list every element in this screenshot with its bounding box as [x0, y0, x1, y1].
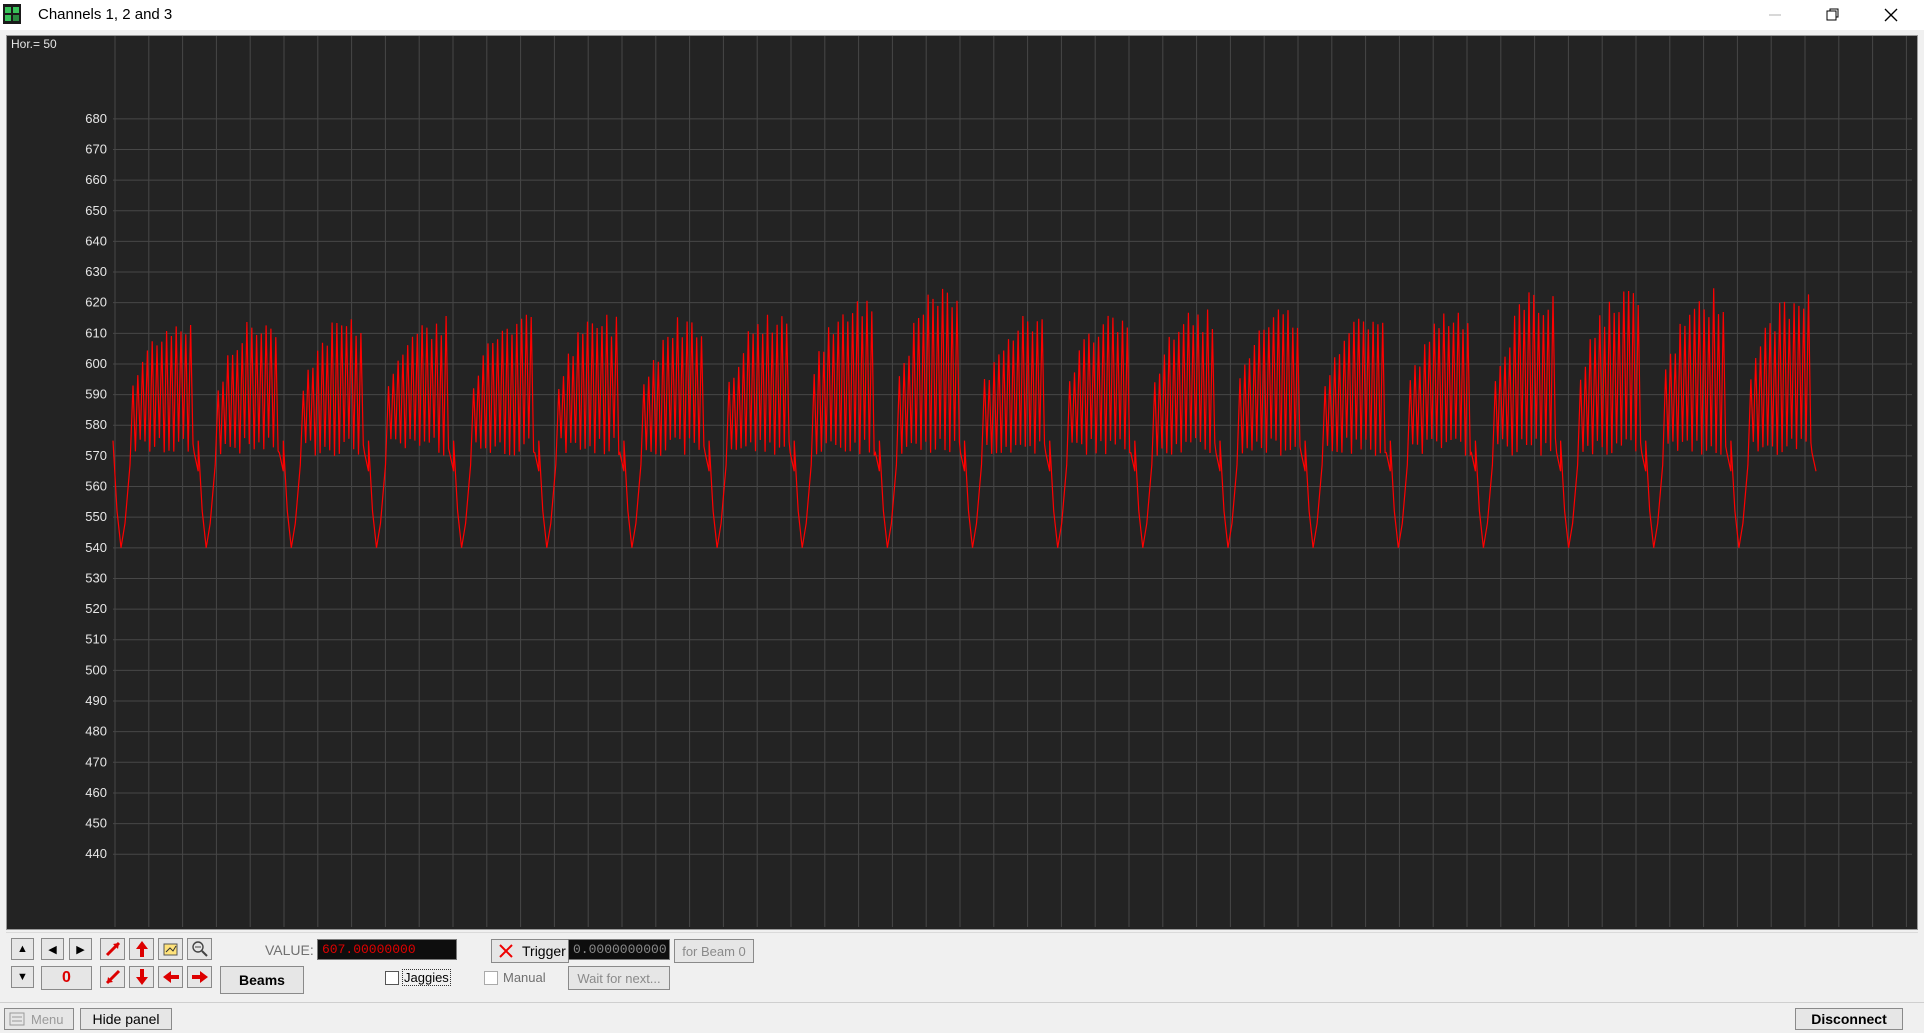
zoom-out-button[interactable] — [187, 938, 212, 960]
y-tick-label: 540 — [85, 540, 107, 555]
y-tick-label: 500 — [85, 662, 107, 677]
zoom-in-xy-icon — [105, 969, 120, 985]
title-bar: Channels 1, 2 and 3 — [0, 0, 1924, 30]
manual-label: Manual — [503, 970, 546, 985]
y-tick-label: 620 — [85, 295, 107, 310]
trigger-x-icon — [499, 944, 513, 958]
y-tick-label: 550 — [85, 509, 107, 524]
menu-button[interactable]: Menu — [4, 1008, 74, 1030]
beams-button[interactable]: Beams — [220, 966, 304, 994]
y-tick-label: 670 — [85, 141, 107, 156]
status-bar: Menu Hide panel Disconnect — [0, 1002, 1924, 1033]
y-tick-label: 630 — [85, 264, 107, 279]
scroll-left-button[interactable]: ◀ — [41, 938, 64, 960]
jaggies-checkbox[interactable] — [385, 971, 399, 985]
jaggies-label[interactable]: Jaggies — [402, 969, 451, 986]
close-button[interactable] — [1862, 0, 1920, 30]
left-arrow-icon: ◀ — [48, 943, 57, 956]
value-field[interactable]: 607.00000000 — [317, 939, 457, 960]
trigger-value-field[interactable]: 0.0000000000 — [568, 939, 670, 960]
auto-scale-button[interactable] — [100, 938, 125, 960]
horizontal-scale-label: Hor.= 50 — [11, 37, 57, 51]
y-tick-label: 440 — [85, 846, 107, 861]
down-arrow-icon: ▼ — [17, 971, 28, 983]
y-tick-label: 530 — [85, 570, 107, 585]
close-icon — [1884, 8, 1898, 22]
zoom-in-xy-button[interactable] — [100, 966, 125, 988]
minimize-button[interactable] — [1746, 0, 1804, 30]
oscilloscope-plot[interactable]: 680 670 660 650 640 630 620 610 600 590 580 570 560 5… — [6, 35, 1918, 930]
hide-panel-button[interactable]: Hide panel — [80, 1008, 172, 1030]
restore-button[interactable] — [1804, 0, 1862, 30]
y-tick-label: 590 — [85, 387, 107, 402]
scroll-right-button[interactable]: ▶ — [69, 938, 92, 960]
menu-icon — [9, 1012, 25, 1026]
chart-canvas: 680 670 660 650 640 630 620 610 600 590 580 570 560 5… — [11, 36, 1912, 927]
y-tick-label: 460 — [85, 785, 107, 800]
fit-button[interactable] — [158, 938, 183, 960]
trace-channel — [112, 288, 1817, 548]
minimize-icon — [1769, 14, 1781, 16]
fit-icon — [163, 943, 177, 956]
trigger-button[interactable]: Trigger — [491, 939, 569, 963]
up-arrow-icon: ▲ — [17, 943, 28, 955]
shift-right-icon — [191, 971, 208, 983]
shift-left-button[interactable] — [158, 966, 183, 988]
y-tick-label: 610 — [85, 325, 107, 340]
y-tick-label: 660 — [85, 172, 107, 187]
for-beam-button[interactable]: for Beam 0 — [674, 939, 754, 963]
y-tick-label: 510 — [85, 632, 107, 647]
right-arrow-icon: ▶ — [76, 943, 85, 956]
y-tick-label: 490 — [85, 693, 107, 708]
zoom-out-icon — [191, 941, 208, 957]
scroll-up-button[interactable]: ▲ — [11, 938, 34, 960]
counter-display[interactable]: 0 — [41, 966, 92, 990]
zoom-down-icon — [135, 969, 148, 985]
trigger-label: Trigger — [522, 943, 566, 959]
restore-icon — [1826, 8, 1839, 21]
y-tick-label: 680 — [85, 111, 107, 126]
auto-scale-icon — [105, 941, 120, 957]
y-tick-label: 640 — [85, 233, 107, 248]
y-tick-label: 470 — [85, 754, 107, 769]
manual-checkbox[interactable] — [484, 971, 498, 985]
y-tick-label: 450 — [85, 816, 107, 831]
window-title: Channels 1, 2 and 3 — [38, 6, 173, 23]
menu-label: Menu — [31, 1011, 64, 1027]
zoom-up-icon — [135, 941, 148, 957]
shift-right-button[interactable] — [187, 966, 212, 988]
y-tick-label: 560 — [85, 479, 107, 494]
y-tick-label: 650 — [85, 203, 107, 218]
y-tick-label: 570 — [85, 448, 107, 463]
y-tick-label: 580 — [85, 417, 107, 432]
zoom-up-button[interactable] — [129, 938, 154, 960]
shift-left-icon — [162, 971, 179, 983]
y-tick-label: 480 — [85, 724, 107, 739]
value-label: VALUE: — [265, 942, 314, 958]
y-tick-label: 520 — [85, 601, 107, 616]
scroll-down-button[interactable]: ▼ — [11, 966, 34, 988]
control-panel: ▲ ◀ ▶ VALUE: 607.00000000 Trigger 0.0000… — [6, 932, 1918, 999]
disconnect-button[interactable]: Disconnect — [1795, 1008, 1903, 1030]
y-tick-label: 600 — [85, 356, 107, 371]
wait-for-next-button[interactable]: Wait for next... — [568, 966, 670, 990]
zoom-down-button[interactable] — [129, 966, 154, 988]
app-icon — [3, 4, 21, 24]
